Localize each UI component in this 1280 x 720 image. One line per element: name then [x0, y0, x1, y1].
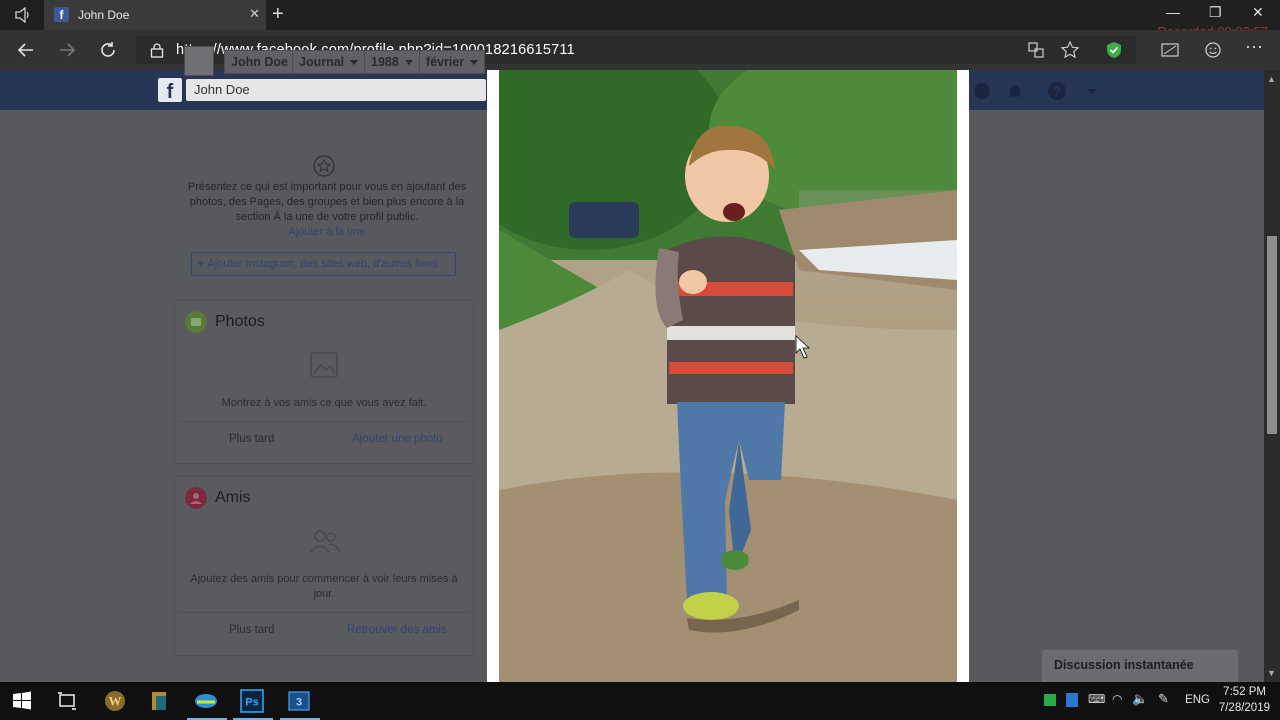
input-language[interactable]: ENG: [1182, 694, 1210, 706]
svg-text:?: ?: [1053, 84, 1061, 99]
close-tab-icon[interactable]: ✕: [249, 6, 260, 22]
chevron-down-icon: [470, 60, 479, 66]
task-view-icon[interactable]: [55, 689, 79, 713]
lock-icon: [150, 43, 164, 58]
wifi-icon[interactable]: ◠: [1112, 692, 1122, 706]
friends-section-icon: [185, 487, 207, 509]
scroll-up-icon[interactable]: ▲: [1267, 74, 1276, 84]
new-tab-icon[interactable]: +: [272, 4, 284, 24]
star-badge-icon: [313, 155, 335, 177]
scroll-down-icon[interactable]: ▼: [1267, 668, 1276, 678]
more-icon[interactable]: ···: [1245, 36, 1265, 56]
browser-tab-bar: f John Doe ✕ + — ❐ ✕ Recorded 00:03:57: [0, 0, 1280, 39]
video-app-icon[interactable]: 3: [287, 689, 311, 713]
minimize-icon[interactable]: —: [1166, 4, 1180, 20]
reading-view-icon[interactable]: [1160, 40, 1180, 60]
svg-text:Ps: Ps: [245, 697, 258, 709]
photos-later-link[interactable]: Plus tard: [229, 433, 274, 445]
star-icon[interactable]: [1060, 40, 1080, 60]
divider: [178, 421, 470, 422]
add-featured-link[interactable]: Ajouter à la une: [186, 226, 468, 238]
photos-empty-text: Montrez à vos amis ce que vous avez fait…: [221, 397, 427, 409]
friends-empty-text: Ajoutez des amis pour commencer à voir l…: [190, 573, 458, 600]
nvidia-tray-icon[interactable]: [1044, 694, 1056, 706]
tab-title: John Doe: [78, 8, 130, 22]
league-app-icon[interactable]: [148, 689, 172, 713]
chevron-down-icon: [350, 60, 359, 66]
add-photo-link[interactable]: Ajouter une photo: [352, 433, 443, 445]
back-icon[interactable]: [15, 39, 37, 61]
messenger-icon[interactable]: [972, 81, 992, 101]
photo-placeholder-icon: [310, 352, 338, 378]
photo-image: [499, 70, 957, 682]
pen-icon[interactable]: ✎: [1158, 691, 1169, 707]
chevron-down-icon[interactable]: [1082, 81, 1102, 101]
close-window-icon[interactable]: ✕: [1252, 4, 1264, 21]
timeline-nav-year[interactable]: 1988: [364, 50, 420, 74]
wow-app-icon[interactable]: W: [103, 689, 127, 713]
windows-taskbar: W Ps 3 ⌨ ◠ 🔈 ✎ ENG 7:52 PM 7/28/2019: [0, 682, 1280, 720]
clock-time[interactable]: 7:52 PM: [1212, 686, 1266, 698]
search-input[interactable]: John Doe: [186, 79, 486, 101]
browser-tab[interactable]: f John Doe ✕: [44, 0, 266, 30]
timeline-nav-month[interactable]: février: [419, 50, 486, 74]
add-links-button[interactable]: + Ajouter Instagram, des sites web, d'au…: [191, 252, 456, 276]
photos-title: Photos: [215, 313, 265, 330]
facebook-logo-icon[interactable]: f: [158, 78, 182, 103]
keyboard-tray-icon[interactable]: ⌨: [1088, 692, 1105, 706]
find-friends-link[interactable]: Retrouver des amis: [347, 624, 447, 636]
notifications-bell-icon[interactable]: [1005, 81, 1025, 101]
photoshop-app-icon[interactable]: Ps: [240, 689, 264, 713]
timeline-nav-journal[interactable]: Journal: [292, 50, 366, 74]
restore-icon[interactable]: ❐: [1209, 4, 1222, 21]
feedback-icon[interactable]: [1203, 40, 1223, 60]
refresh-icon[interactable]: [97, 39, 119, 61]
svg-text:3: 3: [296, 697, 302, 709]
divider: [178, 612, 470, 613]
forward-icon[interactable]: [56, 39, 78, 61]
help-icon[interactable]: ?: [1047, 81, 1067, 101]
scroll-thumb[interactable]: [1267, 236, 1277, 434]
timeline-nav-name[interactable]: John Doe: [224, 50, 295, 74]
facebook-favicon-icon: f: [54, 7, 69, 22]
app-icon[interactable]: [194, 689, 218, 713]
shield-icon[interactable]: [1104, 40, 1124, 60]
friends-later-link[interactable]: Plus tard: [229, 624, 274, 636]
outlook-tray-icon[interactable]: [1066, 693, 1078, 707]
volume-icon[interactable]: 🔈: [1132, 691, 1148, 707]
translate-icon[interactable]: [1026, 40, 1046, 60]
friends-placeholder-icon: [310, 530, 341, 553]
chevron-down-icon: [404, 60, 413, 66]
speaker-icon[interactable]: [14, 7, 32, 23]
clock-date[interactable]: 7/28/2019: [1208, 702, 1270, 714]
featured-intro-text: Présentez ce qui est important pour vous…: [187, 181, 467, 223]
photos-section-icon: [185, 311, 207, 333]
svg-text:W: W: [109, 694, 122, 709]
chat-box[interactable]: Discussion instantanée: [1042, 650, 1238, 682]
photo-child-running[interactable]: [499, 70, 957, 682]
chat-title: Discussion instantanée: [1054, 658, 1194, 672]
friends-title: Amis: [215, 489, 251, 506]
windows-start-icon[interactable]: [10, 689, 34, 713]
avatar[interactable]: [184, 46, 214, 76]
page-scrollbar[interactable]: ▲ ▼: [1264, 70, 1280, 682]
